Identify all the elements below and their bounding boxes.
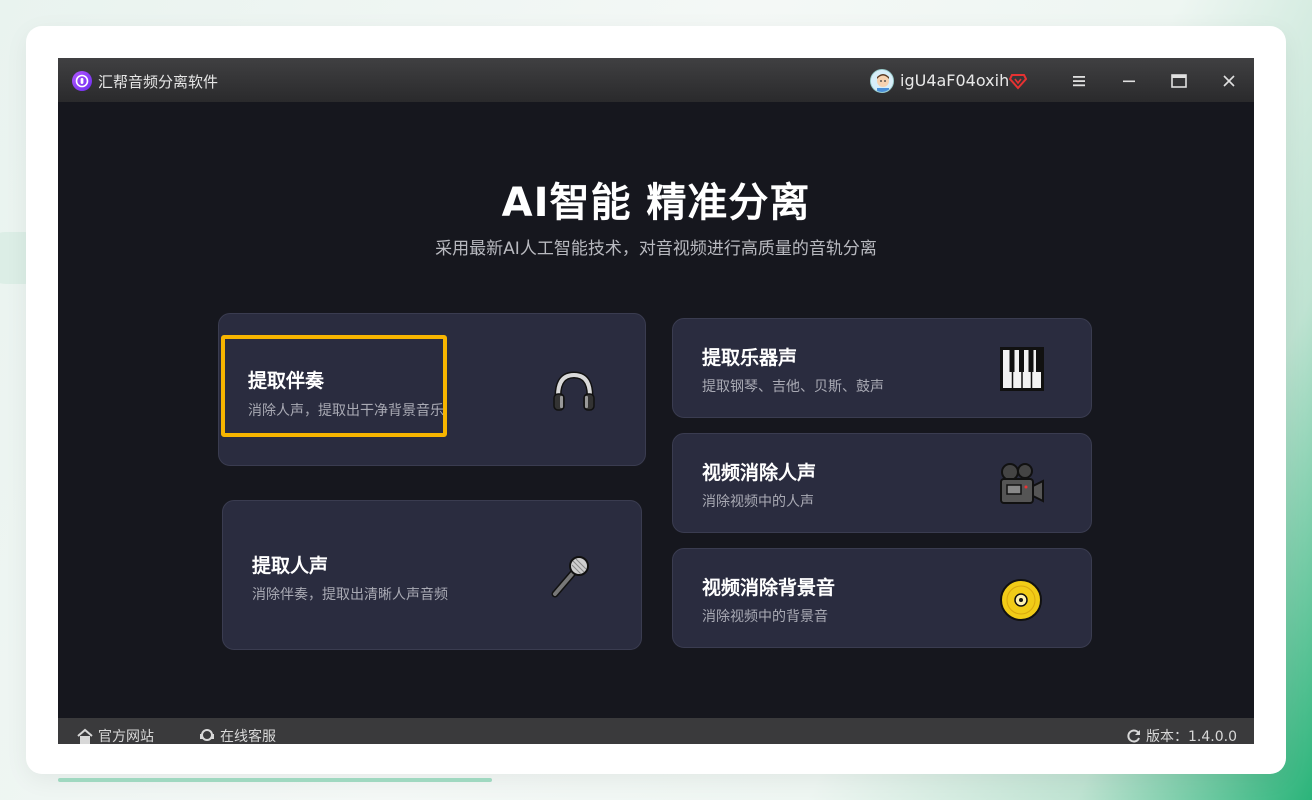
online-support-link[interactable]: 在线客服 [198,726,276,744]
vip-diamond-icon[interactable] [1009,72,1027,90]
official-website-link[interactable]: 官方网站 [76,726,154,744]
feature-title: 提取伴奏 [248,370,325,392]
user-name[interactable]: igU4aF04oxih [900,71,1009,90]
headset-support-icon [200,729,214,741]
microphone-icon [551,556,589,598]
movie-camera-icon [1000,463,1044,504]
feature-desc: 消除视频中的人声 [702,494,814,510]
close-icon[interactable] [1218,70,1240,92]
extract-accompaniment-card[interactable]: 提取伴奏 消除人声，提取出干净背景音乐 [218,313,646,466]
minimize-icon[interactable] [1118,70,1140,92]
menu-icon[interactable] [1068,70,1090,92]
extract-instruments-card[interactable]: 提取乐器声 提取钢琴、吉他、贝斯、鼓声 [672,318,1092,418]
video-remove-vocals-card[interactable]: 视频消除人声 消除视频中的人声 [672,433,1092,533]
app-logo-icon [72,71,92,91]
hero-subtitle: 采用最新AI人工智能技术，对音视频进行高质量的音轨分离 [435,239,877,259]
app-title: 汇帮音频分离软件 [98,73,219,91]
bottom-accent-line [58,778,492,782]
piano-icon [1000,347,1044,391]
feature-title: 提取人声 [252,555,329,577]
app-window: 汇帮音频分离软件 igU4aF04oxih AI智能 精准分离 采用最新AI人工… [58,58,1254,744]
feature-desc: 消除伴奏，提取出清晰人声音频 [252,587,448,603]
version-label: 版本：1.4.0.0 [1146,729,1237,744]
extract-vocals-card[interactable]: 提取人声 消除伴奏，提取出清晰人声音频 [222,500,642,650]
dvd-disc-icon [1000,579,1042,621]
home-icon [77,728,93,744]
online-support-label: 在线客服 [220,729,276,744]
status-bar: 官方网站 在线客服 版本：1.4.0.0 [58,718,1254,744]
version-info[interactable]: 版本：1.4.0.0 [1126,726,1237,744]
headphones-icon [553,371,595,411]
official-website-label: 官方网站 [98,729,154,744]
video-remove-background-card[interactable]: 视频消除背景音 消除视频中的背景音 [672,548,1092,648]
title-bar: 汇帮音频分离软件 igU4aF04oxih [58,58,1254,102]
feature-title: 提取乐器声 [702,347,798,369]
feature-title: 视频消除背景音 [702,577,836,599]
hero-title: AI智能 精准分离 [501,180,811,226]
feature-desc: 提取钢琴、吉他、贝斯、鼓声 [702,379,884,395]
maximize-icon[interactable] [1168,70,1190,92]
user-avatar[interactable] [870,69,894,93]
feature-desc: 消除人声，提取出干净背景音乐 [248,403,444,419]
refresh-icon [1127,729,1140,743]
feature-desc: 消除视频中的背景音 [702,609,828,625]
feature-title: 视频消除人声 [702,462,817,484]
